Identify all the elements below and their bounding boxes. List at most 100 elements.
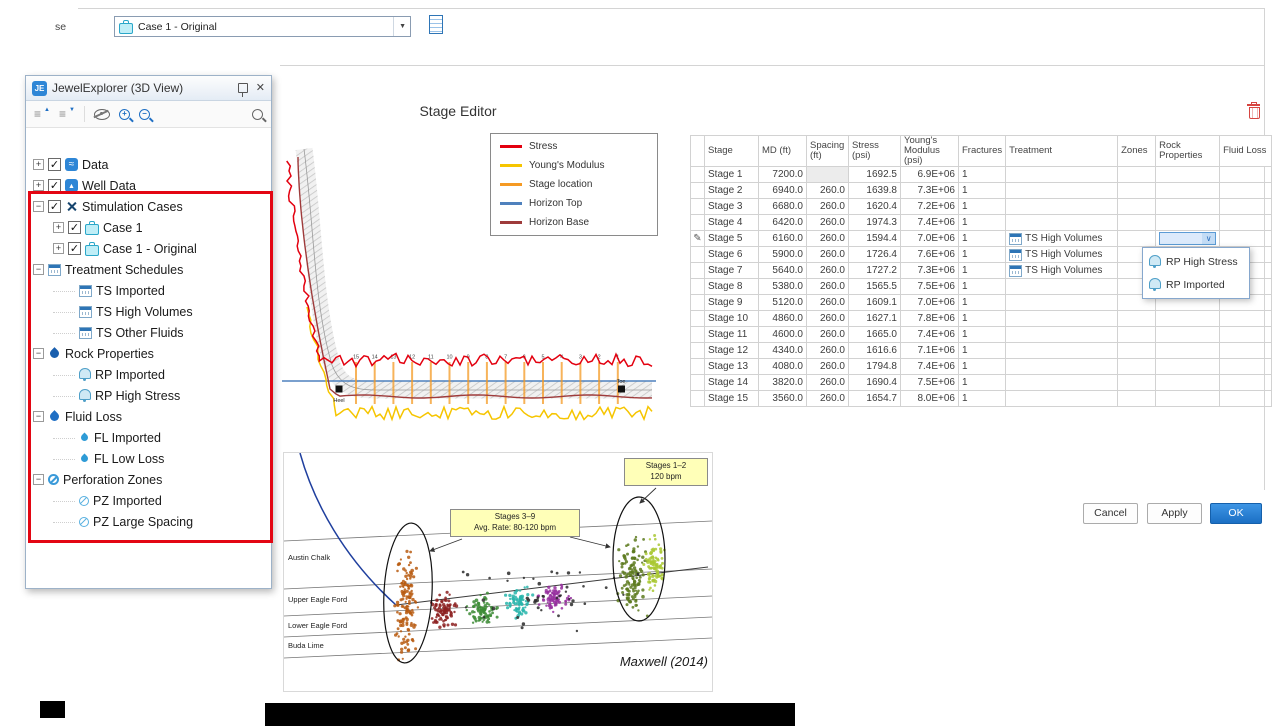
cell[interactable]: 6680.0 xyxy=(759,199,807,215)
expand-all-icon[interactable]: ≡▼ xyxy=(59,107,75,121)
cell[interactable] xyxy=(1006,295,1118,311)
cell[interactable]: 1 xyxy=(959,343,1006,359)
cell[interactable] xyxy=(807,167,849,183)
cell[interactable]: 1 xyxy=(959,231,1006,247)
collapse-icon[interactable]: − xyxy=(33,348,44,359)
cell[interactable]: TS High Volumes xyxy=(1006,263,1118,279)
cell[interactable] xyxy=(1220,215,1272,231)
cell[interactable]: 1 xyxy=(959,295,1006,311)
cell[interactable]: 6420.0 xyxy=(759,215,807,231)
cell[interactable] xyxy=(1156,343,1220,359)
cell[interactable]: 3820.0 xyxy=(759,375,807,391)
cell[interactable]: 4600.0 xyxy=(759,327,807,343)
cell[interactable] xyxy=(1006,391,1118,407)
expand-icon[interactable]: + xyxy=(53,222,64,233)
table-row[interactable]: Stage 153560.0260.01654.78.0E+061 xyxy=(691,391,1272,407)
cell[interactable]: 260.0 xyxy=(807,199,849,215)
cell[interactable]: 260.0 xyxy=(807,215,849,231)
cell[interactable] xyxy=(1118,215,1156,231)
cell[interactable] xyxy=(1118,199,1156,215)
apply-button[interactable]: Apply xyxy=(1147,503,1202,524)
cell[interactable]: 260.0 xyxy=(807,391,849,407)
tree-item-pz-large-spacing[interactable]: PZ Large Spacing xyxy=(26,511,271,532)
cell[interactable]: 7200.0 xyxy=(759,167,807,183)
cell[interactable]: 1565.5 xyxy=(849,279,901,295)
cell[interactable]: Stage 5 xyxy=(705,231,759,247)
cell[interactable]: Stage 7 xyxy=(705,263,759,279)
cell[interactable]: 1 xyxy=(959,247,1006,263)
tree-item-fl-imported[interactable]: FL Imported xyxy=(26,427,271,448)
cell[interactable]: 7.1E+06 xyxy=(901,343,959,359)
cell[interactable]: 1974.3 xyxy=(849,215,901,231)
cell[interactable]: TS High Volumes xyxy=(1006,247,1118,263)
cell[interactable]: 4080.0 xyxy=(759,359,807,375)
cell[interactable]: 1639.8 xyxy=(849,183,901,199)
cell[interactable]: Stage 4 xyxy=(705,215,759,231)
cell[interactable]: Stage 9 xyxy=(705,295,759,311)
cell[interactable]: 7.4E+06 xyxy=(901,327,959,343)
tree-item-stimulation-cases[interactable]: −✓Stimulation Cases xyxy=(26,196,271,217)
cell[interactable] xyxy=(1006,375,1118,391)
cell[interactable]: 1 xyxy=(959,167,1006,183)
panel-titlebar[interactable]: JE JewelExplorer (3D View) ✕ xyxy=(26,76,271,101)
cell[interactable]: Stage 6 xyxy=(705,247,759,263)
hide-icon[interactable] xyxy=(94,109,110,120)
column-header[interactable]: Rock Properties xyxy=(1156,136,1220,167)
column-header[interactable]: Fluid Loss xyxy=(1220,136,1272,167)
cell[interactable]: Stage 12 xyxy=(705,343,759,359)
cell[interactable]: Stage 14 xyxy=(705,375,759,391)
cell[interactable] xyxy=(1006,183,1118,199)
cell[interactable] xyxy=(1220,375,1272,391)
checkbox[interactable]: ✓ xyxy=(48,179,61,192)
collapse-icon[interactable]: − xyxy=(33,264,44,275)
cell[interactable]: 7.4E+06 xyxy=(901,215,959,231)
cell[interactable] xyxy=(1220,311,1272,327)
cell[interactable]: 1665.0 xyxy=(849,327,901,343)
cancel-button[interactable]: Cancel xyxy=(1083,503,1138,524)
trash-icon[interactable] xyxy=(1247,103,1260,119)
cell[interactable] xyxy=(1156,327,1220,343)
cell[interactable] xyxy=(1220,199,1272,215)
cell[interactable]: Stage 3 xyxy=(705,199,759,215)
cell[interactable]: Stage 10 xyxy=(705,311,759,327)
tree-item-pz-imported[interactable]: PZ Imported xyxy=(26,490,271,511)
table-row[interactable]: Stage 143820.0260.01690.47.5E+061 xyxy=(691,375,1272,391)
cell[interactable] xyxy=(1118,343,1156,359)
cell[interactable]: 4860.0 xyxy=(759,311,807,327)
cell[interactable]: 1 xyxy=(959,359,1006,375)
cell[interactable]: Stage 8 xyxy=(705,279,759,295)
cell[interactable]: 1 xyxy=(959,375,1006,391)
cell[interactable]: 1 xyxy=(959,263,1006,279)
table-row[interactable]: Stage 36680.0260.01620.47.2E+061 xyxy=(691,199,1272,215)
column-header[interactable]: Fractures xyxy=(959,136,1006,167)
cell[interactable] xyxy=(1006,199,1118,215)
cell[interactable] xyxy=(1156,215,1220,231)
cell[interactable]: 1 xyxy=(959,327,1006,343)
cell[interactable] xyxy=(1118,327,1156,343)
table-row[interactable]: Stage 104860.0260.01627.17.8E+061 xyxy=(691,311,1272,327)
cell[interactable]: 260.0 xyxy=(807,327,849,343)
cell[interactable]: 3560.0 xyxy=(759,391,807,407)
tree-item-well-data[interactable]: +✓Well Data xyxy=(26,175,271,196)
cell[interactable]: 7.3E+06 xyxy=(901,263,959,279)
cell[interactable]: 260.0 xyxy=(807,295,849,311)
cell[interactable] xyxy=(1220,183,1272,199)
cell[interactable] xyxy=(1118,391,1156,407)
cell[interactable]: 260.0 xyxy=(807,263,849,279)
collapse-icon[interactable]: − xyxy=(33,201,44,212)
table-row[interactable]: Stage 114600.0260.01665.07.4E+061 xyxy=(691,327,1272,343)
cell[interactable] xyxy=(1006,215,1118,231)
checkbox[interactable]: ✓ xyxy=(48,158,61,171)
close-icon[interactable]: ✕ xyxy=(256,83,265,94)
cell[interactable]: 260.0 xyxy=(807,247,849,263)
table-row[interactable]: Stage 134080.0260.01794.87.4E+061 xyxy=(691,359,1272,375)
cell[interactable]: 260.0 xyxy=(807,231,849,247)
tree-item-case-1-original[interactable]: +✓Case 1 - Original xyxy=(26,238,271,259)
column-header[interactable]: Spacing (ft) xyxy=(807,136,849,167)
cell[interactable]: 7.6E+06 xyxy=(901,247,959,263)
checkbox[interactable]: ✓ xyxy=(68,242,81,255)
cell[interactable]: 7.5E+06 xyxy=(901,279,959,295)
column-header[interactable]: Stage xyxy=(705,136,759,167)
cell[interactable] xyxy=(1156,375,1220,391)
table-row[interactable]: Stage 17200.01692.56.9E+061 xyxy=(691,167,1272,183)
